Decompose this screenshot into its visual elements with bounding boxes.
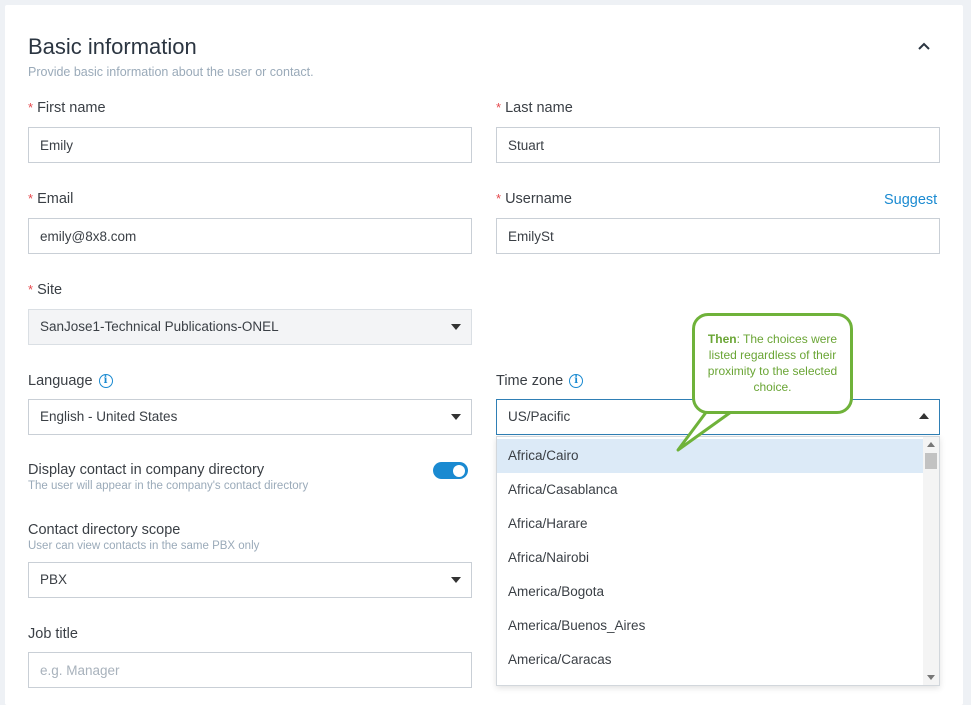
info-icon[interactable]: i <box>569 374 584 389</box>
required-marker: * <box>28 100 34 115</box>
required-marker: * <box>28 191 34 206</box>
contact-scope-label: Contact directory scope <box>28 522 181 538</box>
display-contact-toggle[interactable] <box>433 462 468 479</box>
contact-scope-hint: User can view contacts in the same PBX o… <box>28 540 260 552</box>
language-label: Language i <box>28 373 113 389</box>
callout-lead: Then <box>707 332 737 346</box>
time-zone-option[interactable]: America/Caracas <box>497 643 925 677</box>
required-marker: * <box>496 100 502 115</box>
time-zone-label: Time zone i <box>496 373 584 389</box>
suggest-link[interactable]: Suggest <box>884 192 937 208</box>
annotation-callout: Then: The choices were listed regardless… <box>692 313 853 414</box>
username-input[interactable] <box>496 218 940 254</box>
time-zone-options: Africa/Cairo Africa/Casablanca Africa/Ha… <box>497 439 925 677</box>
site-select-value: SanJose1-Technical Publications-ONEL <box>40 319 279 334</box>
time-zone-option[interactable]: Africa/Nairobi <box>497 541 925 575</box>
display-contact-label: Display contact in company directory <box>28 462 265 478</box>
contact-scope-select[interactable]: PBX <box>28 562 472 598</box>
site-label-text: Site <box>37 282 63 298</box>
email-label-text: Email <box>37 191 74 207</box>
time-zone-option[interactable]: Africa/Casablanca <box>497 473 925 507</box>
section-title: Basic information <box>28 34 197 59</box>
username-label: * Username <box>496 191 572 207</box>
time-zone-select-value: US/Pacific <box>508 409 571 424</box>
caret-up-icon <box>919 413 929 419</box>
job-title-input[interactable] <box>28 652 472 688</box>
dropdown-scrollbar[interactable] <box>923 437 939 685</box>
first-name-label: * First name <box>28 100 106 116</box>
email-input[interactable] <box>28 218 472 254</box>
caret-down-icon <box>451 324 461 330</box>
time-zone-option[interactable]: America/Bogota <box>497 575 925 609</box>
caret-down-icon <box>451 414 461 420</box>
scrollbar-thumb[interactable] <box>925 453 937 469</box>
time-zone-option[interactable]: Africa/Harare <box>497 507 925 541</box>
time-zone-dropdown[interactable]: Africa/Cairo Africa/Casablanca Africa/Ha… <box>496 436 940 686</box>
username-label-text: Username <box>505 191 572 207</box>
email-label: * Email <box>28 191 73 207</box>
first-name-input[interactable] <box>28 127 472 163</box>
toggle-knob <box>453 464 465 477</box>
job-title-label: Job title <box>28 626 78 642</box>
display-contact-hint: The user will appear in the company's co… <box>28 480 309 492</box>
site-label: * Site <box>28 282 62 298</box>
time-zone-label-text: Time zone <box>496 373 564 389</box>
required-marker: * <box>28 282 34 297</box>
language-select[interactable]: English - United States <box>28 399 472 435</box>
site-select[interactable]: SanJose1-Technical Publications-ONEL <box>28 309 472 345</box>
section-subtitle: Provide basic information about the user… <box>28 65 314 79</box>
chevron-up-icon[interactable] <box>914 36 934 56</box>
caret-down-icon <box>451 577 461 583</box>
scroll-up-arrow-icon[interactable] <box>927 442 935 447</box>
last-name-input[interactable] <box>496 127 940 163</box>
language-label-text: Language <box>28 373 93 389</box>
language-select-value: English - United States <box>40 409 178 424</box>
last-name-label: * Last name <box>496 100 573 116</box>
time-zone-option[interactable]: America/Buenos_Aires <box>497 609 925 643</box>
last-name-label-text: Last name <box>505 100 573 116</box>
contact-scope-value: PBX <box>40 572 68 587</box>
required-marker: * <box>496 191 502 206</box>
info-icon[interactable]: i <box>98 374 113 389</box>
first-name-label-text: First name <box>37 100 106 116</box>
scroll-down-arrow-icon[interactable] <box>927 675 935 680</box>
